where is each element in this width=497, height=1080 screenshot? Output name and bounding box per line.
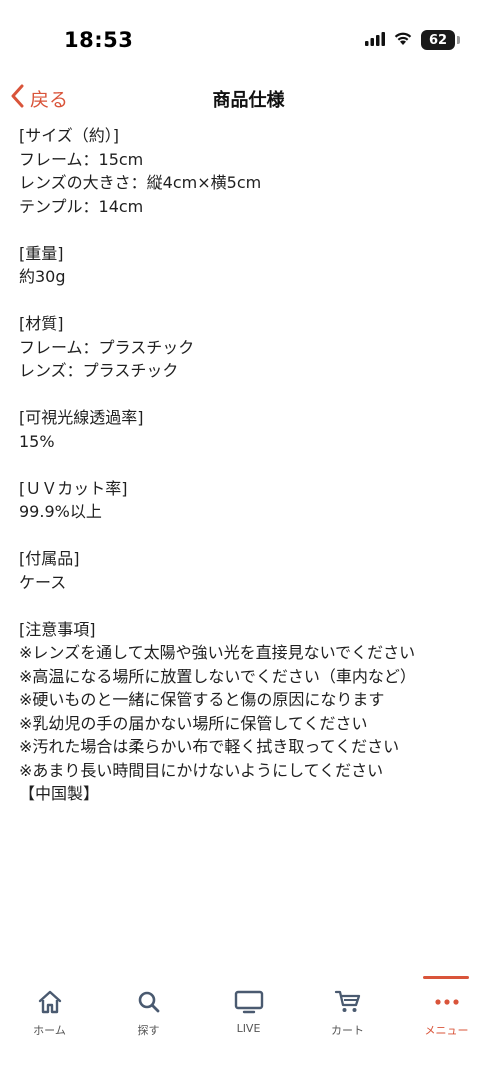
spec-section-size: [サイズ（約）] フレーム：15cm レンズの大きさ：縦4cm×横5cm テンプ… — [19, 124, 479, 218]
spec-line: フレーム：15cm — [19, 149, 144, 169]
spec-line: レンズ：プラスチック — [19, 361, 179, 380]
spec-line: ケース — [19, 572, 67, 592]
product-spec-content: [サイズ（約）] フレーム：15cm レンズの大きさ：縦4cm×横5cm テンプ… — [19, 124, 479, 829]
spec-line: フレーム：プラスチック — [19, 337, 195, 357]
status-icons: 62 — [365, 30, 460, 50]
spec-line: 99.9%以上 — [19, 502, 102, 521]
spec-section-weight: [重量] 約30g — [19, 242, 479, 289]
more-icon — [433, 988, 461, 1016]
spec-line: [サイズ（約）] — [19, 126, 120, 145]
cellular-signal-icon — [365, 31, 385, 50]
tab-menu[interactable]: メニュー — [397, 970, 496, 1040]
spec-line: [付属品] — [19, 549, 80, 568]
spec-line: ※硬いものと一緒に保管すると傷の原因になります — [19, 690, 385, 709]
spec-line: [可視光線透過率] — [19, 408, 144, 427]
spec-line: [重量] — [19, 243, 64, 263]
spec-line: ※高温になる場所に放置しないでください（車内など） — [19, 666, 416, 686]
tv-icon — [234, 988, 264, 1016]
nav-header: 戻る 商品仕様 — [0, 78, 497, 118]
status-bar: 18:53 62 — [0, 0, 497, 70]
page-title: 商品仕様 — [212, 90, 285, 111]
spec-line: [注意事項] — [19, 619, 96, 639]
tab-label: LIVE — [236, 1022, 261, 1035]
spec-section-material: [材質] フレーム：プラスチック レンズ：プラスチック — [19, 312, 479, 383]
tab-live[interactable]: LIVE — [199, 970, 298, 1040]
cart-icon — [334, 988, 362, 1016]
spec-line: [ＵＶカット率] — [19, 478, 128, 498]
tab-home[interactable]: ホーム — [0, 970, 99, 1040]
spec-line: 【中国製】 — [19, 784, 100, 803]
spec-line: ※乳幼児の手の届かない場所に保管してください — [19, 713, 368, 733]
tab-label: メニュー — [424, 1024, 469, 1037]
tab-cart[interactable]: カート — [298, 970, 397, 1040]
spec-line: テンプル：14cm — [19, 196, 144, 216]
spec-line: 15% — [19, 431, 55, 451]
tab-label: 探す — [137, 1024, 160, 1037]
spec-line: ※あまり長い時間目にかけないようにしてください — [19, 760, 384, 780]
spec-line: [材質] — [19, 314, 64, 333]
spec-line: レンズの大きさ：縦4cm×横5cm — [19, 173, 262, 192]
battery-level: 62 — [428, 32, 448, 48]
tab-label: カート — [331, 1024, 364, 1037]
battery-icon: 62 — [421, 30, 460, 50]
spec-line: ※レンズを通して太陽や強い光を直接見ないでください — [19, 643, 416, 662]
home-icon — [37, 988, 63, 1016]
spec-section-transmittance: [可視光線透過率] 15% — [19, 406, 479, 453]
tab-search[interactable]: 探す — [99, 970, 198, 1040]
tab-label: ホーム — [33, 1024, 66, 1037]
search-icon — [136, 988, 162, 1016]
spec-line: ※汚れた場合は柔らかい布で軽く拭き取ってください — [19, 737, 400, 756]
spec-section-accessories: [付属品] ケース — [19, 547, 479, 594]
wifi-icon — [393, 31, 413, 50]
spec-section-notes: [注意事項] ※レンズを通して太陽や強い光を直接見ないでください ※高温になる場… — [19, 618, 479, 806]
bottom-tab-bar: ホーム 探す LIVE カート メニュー — [0, 970, 497, 1080]
status-time: 18:53 — [64, 28, 134, 52]
battery-cap — [457, 36, 460, 44]
spec-line: 約30g — [19, 267, 66, 286]
spec-section-uv-cut: [ＵＶカット率] 99.9%以上 — [19, 477, 479, 524]
